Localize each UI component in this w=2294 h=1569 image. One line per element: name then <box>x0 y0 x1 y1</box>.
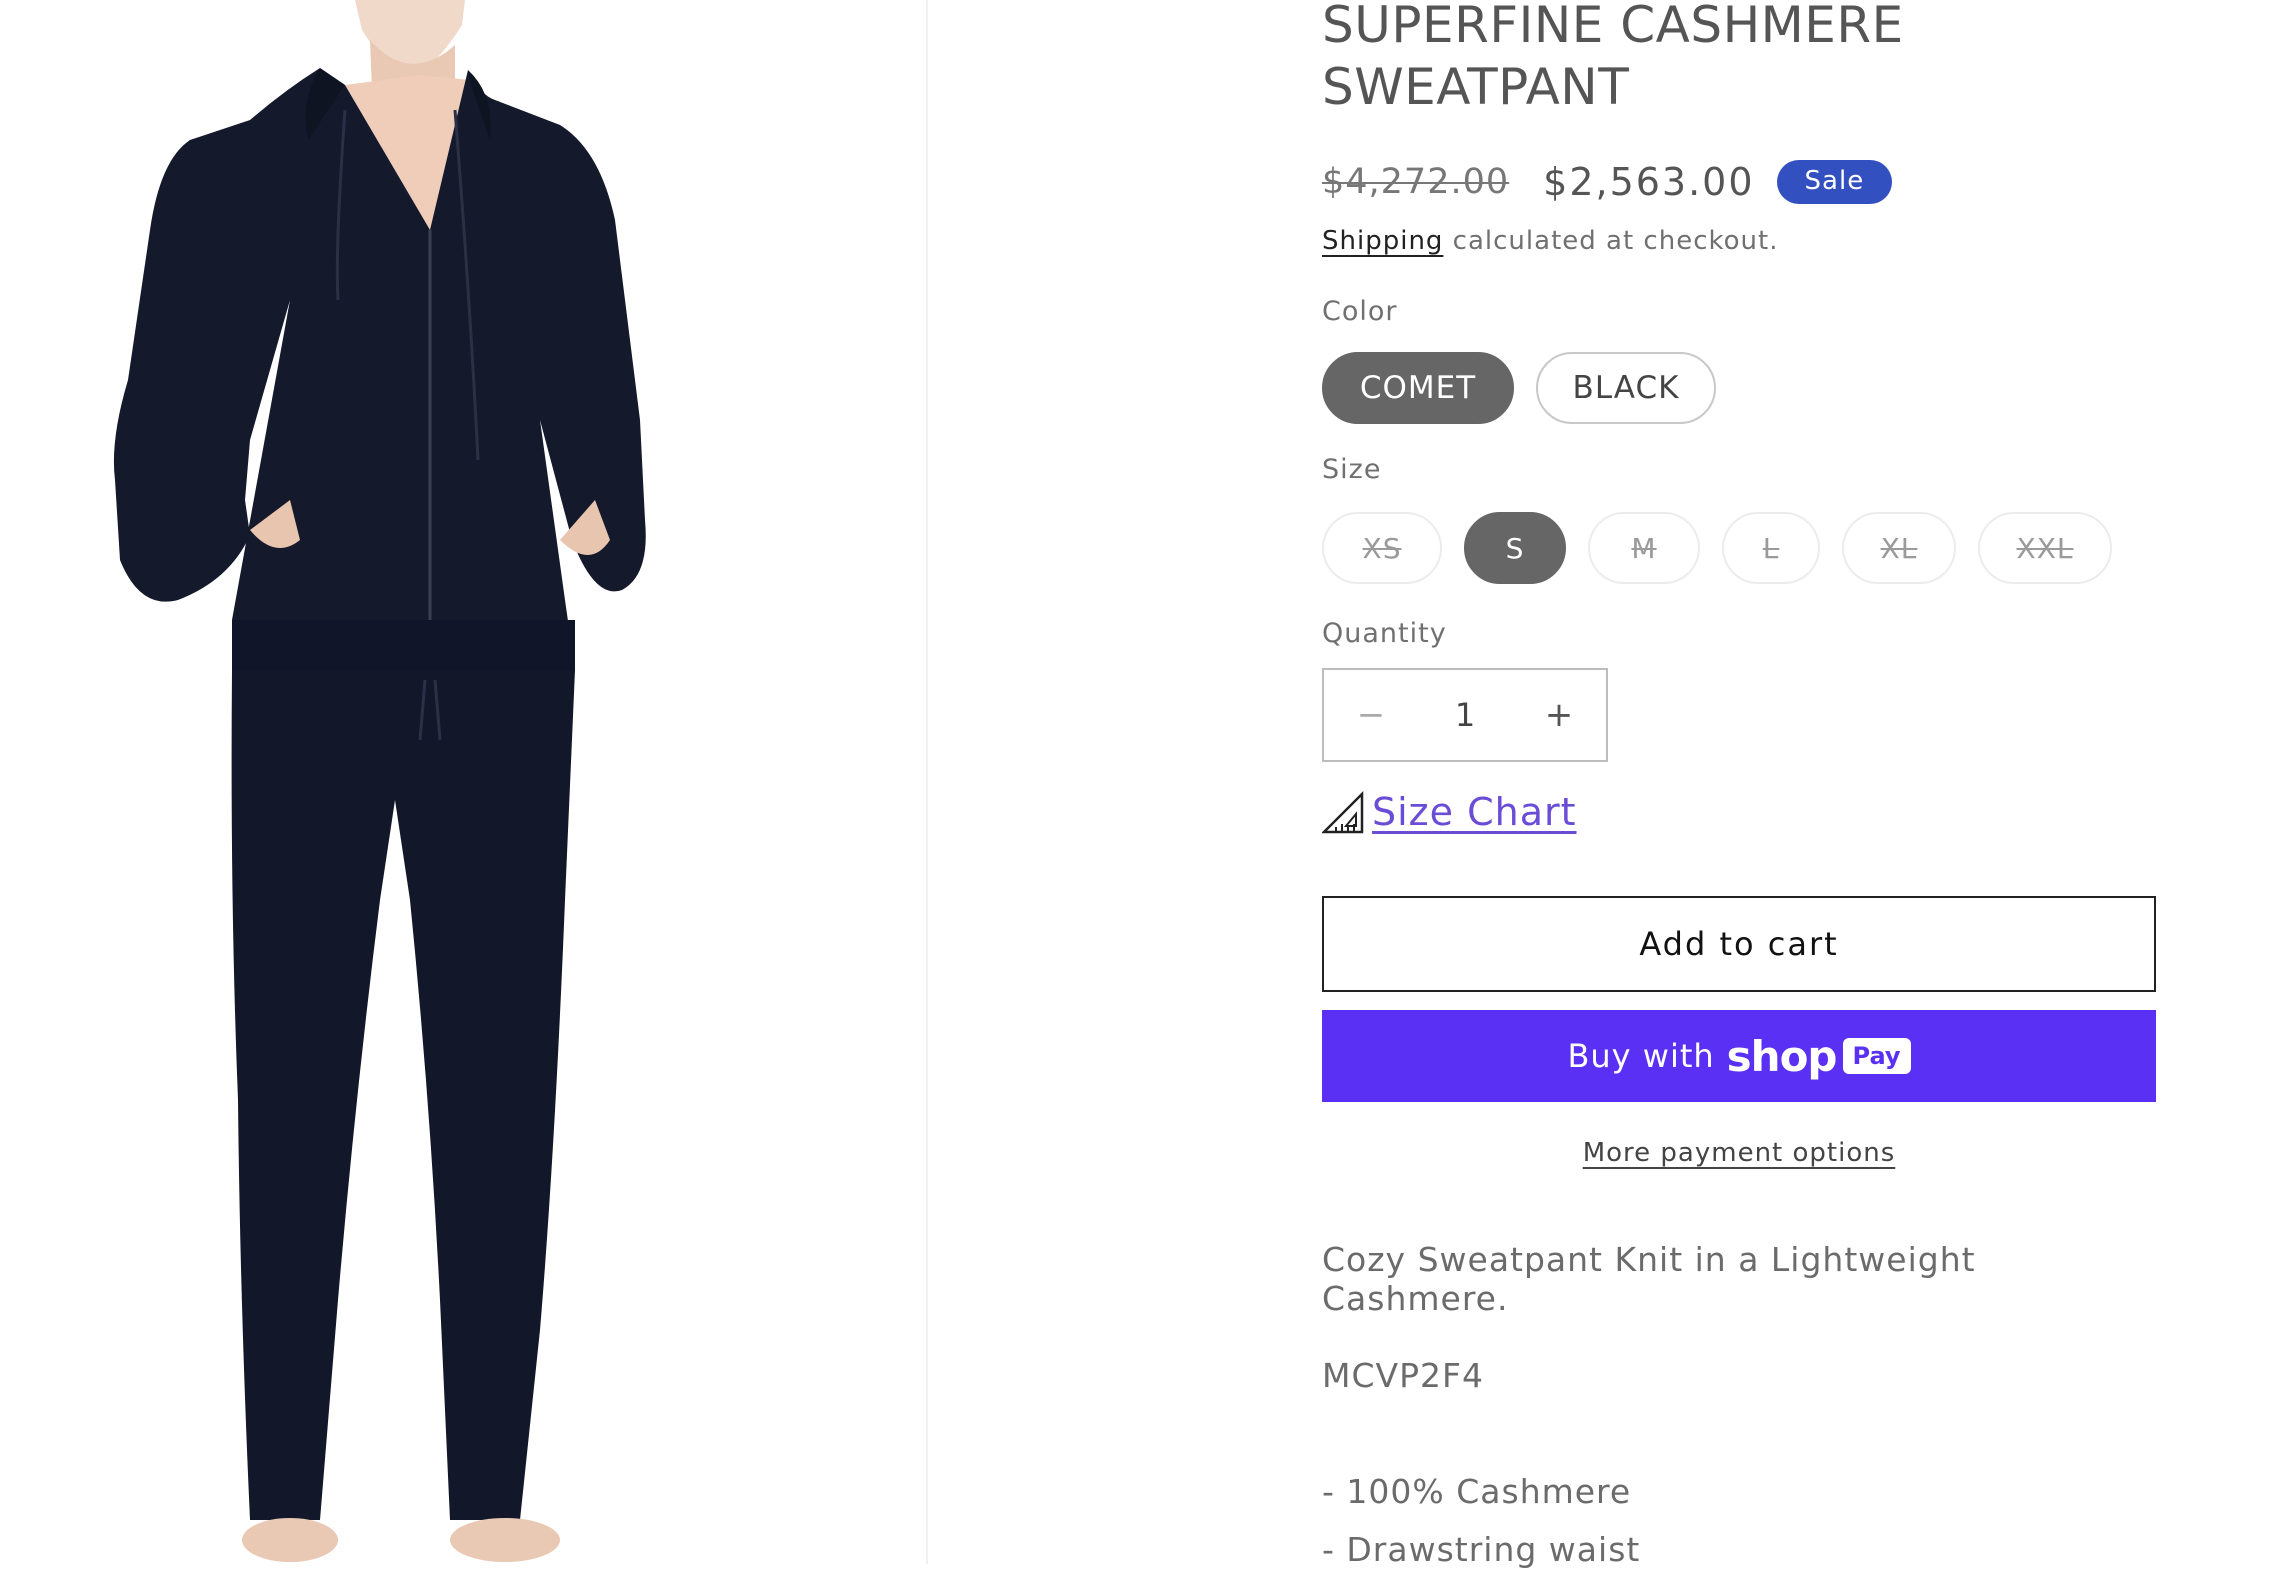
shop-logo: shop <box>1726 1031 1838 1081</box>
more-payment-options: More payment options <box>1322 1138 2156 1168</box>
size-option-label: L <box>1762 531 1780 565</box>
size-option-xxl[interactable]: XXL <box>1978 512 2112 584</box>
product-sku: MCVP2F4 <box>1322 1356 1484 1395</box>
quantity-stepper: − + <box>1322 668 1608 762</box>
buy-with-shop-pay-button[interactable]: Buy with shop Pay <box>1322 1010 2156 1102</box>
quantity-decrease-button[interactable]: − <box>1324 670 1418 760</box>
more-payment-options-link[interactable]: More payment options <box>1583 1138 1896 1168</box>
size-option-label: XXL <box>2016 531 2074 565</box>
color-option-black[interactable]: BLACK <box>1536 352 1716 424</box>
sale-badge: Sale <box>1776 160 1893 204</box>
product-tagline: Cozy Sweatpant Knit in a Lightweight Cas… <box>1322 1240 1976 1318</box>
size-option-xl[interactable]: XL <box>1842 512 1956 584</box>
shipping-text: calculated at checkout. <box>1443 226 1779 256</box>
color-label: Color <box>1322 296 1398 327</box>
quantity-label: Quantity <box>1322 618 1447 649</box>
size-chart: Size Chart <box>1322 790 1577 834</box>
pay-badge: Pay <box>1842 1038 1911 1074</box>
size-option-m[interactable]: M <box>1588 512 1700 584</box>
size-option-l[interactable]: L <box>1722 512 1820 584</box>
ruler-triangle-icon <box>1322 790 1364 834</box>
product-gallery <box>0 0 926 1564</box>
size-option-label: XL <box>1880 531 1918 565</box>
color-option-label: BLACK <box>1572 370 1680 406</box>
color-option-label: COMET <box>1359 370 1477 406</box>
price-row: $4,272.00 $2,563.00 Sale <box>1322 152 1893 212</box>
shipping-note: Shipping calculated at checkout. <box>1322 226 1778 256</box>
feature-item: - Drawstring waist <box>1322 1530 1641 1569</box>
color-option-comet[interactable]: COMET <box>1322 352 1514 424</box>
size-chart-link[interactable]: Size Chart <box>1372 790 1577 834</box>
sale-price: $2,563.00 <box>1543 160 1755 204</box>
shipping-link[interactable]: Shipping <box>1322 226 1443 256</box>
quantity-input[interactable] <box>1418 670 1512 760</box>
feature-item: - 100% Cashmere <box>1322 1472 1632 1511</box>
size-option-label: XS <box>1362 531 1402 565</box>
size-option-label: M <box>1631 531 1657 565</box>
product-title: SUPERFINE CASHMERE SWEATPANT <box>1322 0 1904 116</box>
gallery-divider <box>926 0 928 1564</box>
size-option-xs[interactable]: XS <box>1322 512 1442 584</box>
quantity-increase-button[interactable]: + <box>1512 670 1606 760</box>
add-to-cart-button[interactable]: Add to cart <box>1322 896 2156 992</box>
original-price: $4,272.00 <box>1322 162 1510 202</box>
size-label: Size <box>1322 454 1382 485</box>
product-image[interactable] <box>0 0 926 1564</box>
size-option-s[interactable]: S <box>1464 512 1566 584</box>
buy-with-label: Buy with <box>1567 1037 1715 1075</box>
size-option-label: S <box>1505 531 1525 565</box>
